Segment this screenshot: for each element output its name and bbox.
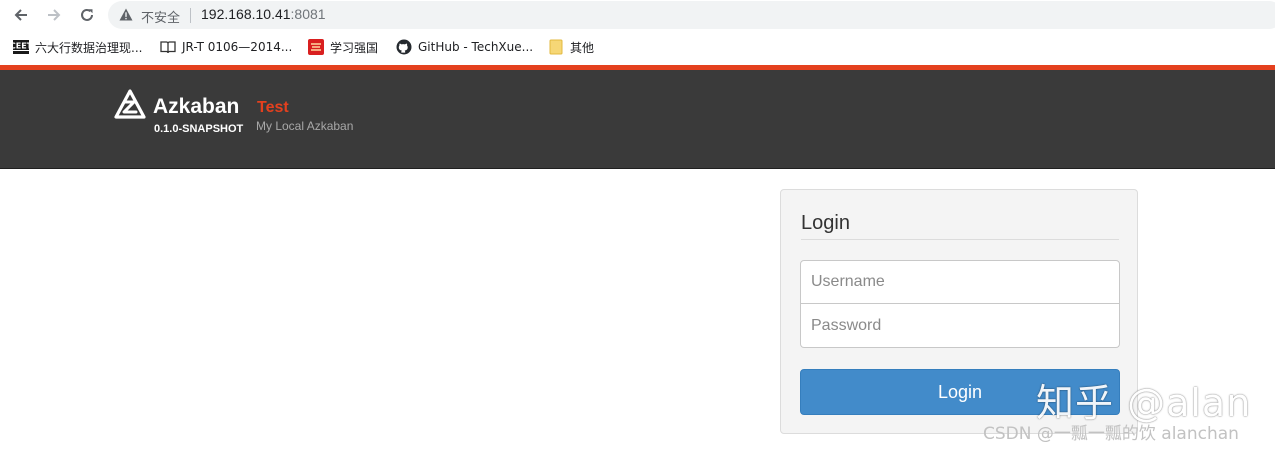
github-icon <box>396 39 412 55</box>
bookmark-label: 六大行数据治理现... <box>35 40 143 55</box>
app-version: 0.1.0-SNAPSHOT <box>154 123 244 135</box>
book-icon <box>160 39 176 55</box>
environment-name: Test <box>257 99 289 116</box>
url-port: :8081 <box>290 6 326 22</box>
password-input[interactable] <box>800 304 1120 348</box>
bookmark-item[interactable]: GitHub - TechXue... <box>396 38 533 56</box>
reload-icon[interactable] <box>76 4 98 26</box>
environment-description: My Local Azkaban <box>256 119 354 133</box>
security-status-text[interactable]: 不安全 <box>141 7 180 26</box>
azkaban-logo-icon[interactable] <box>114 89 146 124</box>
login-title: Login <box>801 212 1119 240</box>
bookmark-item[interactable]: 学习强国 <box>308 38 378 56</box>
back-arrow-icon[interactable] <box>10 4 32 26</box>
username-input[interactable] <box>800 260 1120 304</box>
bookmark-label: GitHub - TechXue... <box>418 40 534 54</box>
bookmarks-bar: CEET 六大行数据治理现... JR-T 0106—2014... 学习强国 … <box>0 32 1275 62</box>
app-name[interactable]: Azkaban <box>153 95 239 119</box>
omnibox-divider <box>190 8 191 23</box>
url-host: 192.168.10.41 <box>201 6 291 22</box>
browser-toolbar: 不安全 192.168.10.41:8081 <box>0 0 1275 30</box>
bookmark-label: 学习强国 <box>330 40 379 55</box>
bookmark-item[interactable]: JR-T 0106—2014... <box>160 38 292 56</box>
bookmark-label: JR-T 0106—2014... <box>182 40 293 54</box>
bookmark-label: 其他 <box>570 40 595 55</box>
xuexi-qiangguo-icon <box>308 39 324 55</box>
bookmark-item[interactable]: 其他 <box>548 38 594 56</box>
forward-arrow-icon[interactable] <box>43 4 65 26</box>
csdn-watermark: CSDN @一瓢一瓢的饮 alanchan <box>983 424 1239 444</box>
folder-icon <box>548 39 564 55</box>
url-text[interactable]: 192.168.10.41:8081 <box>201 6 326 22</box>
bookmark-item[interactable]: CEET 六大行数据治理现... <box>13 38 142 56</box>
address-bar[interactable]: 不安全 192.168.10.41:8081 <box>108 1 1275 29</box>
ceet-site-icon: CEET <box>13 39 29 55</box>
svg-text:CEET: CEET <box>13 42 29 51</box>
warning-triangle-icon[interactable] <box>119 8 133 26</box>
